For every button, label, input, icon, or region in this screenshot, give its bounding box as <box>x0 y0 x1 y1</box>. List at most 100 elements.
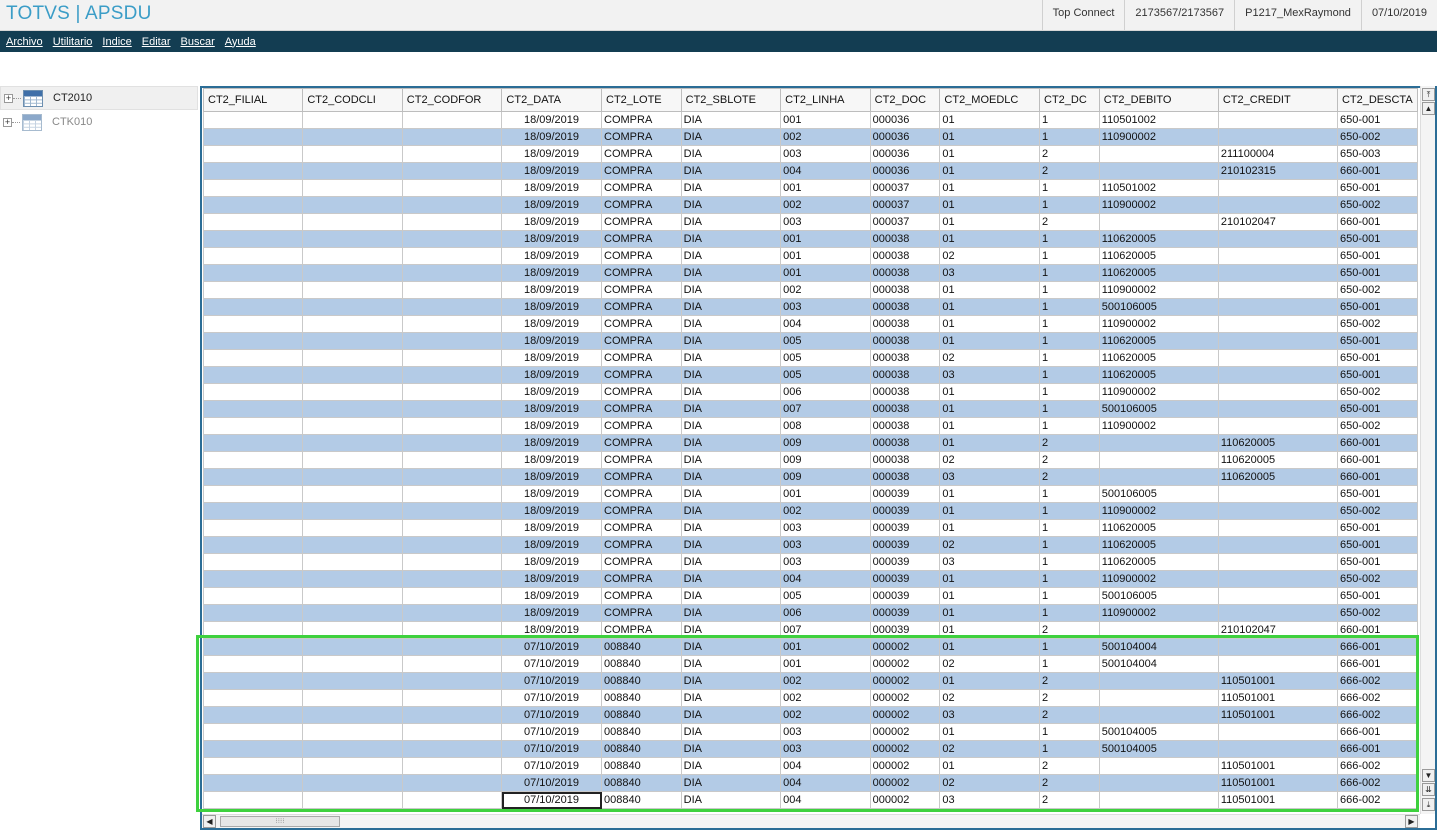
cell-ct2-doc[interactable]: 000038 <box>869 264 941 282</box>
cell-ct2-filial[interactable] <box>203 604 304 622</box>
cell-ct2-credit[interactable] <box>1217 519 1338 537</box>
cell-ct2-filial[interactable] <box>203 366 304 384</box>
table-row[interactable]: 18/09/2019 COMPRA DIA 001 000036 01 1 110501002… <box>203 111 1418 129</box>
cell-ct2-linha[interactable]: 001 <box>780 264 871 282</box>
cell-ct2-codcli[interactable] <box>302 196 403 214</box>
cell-ct2-linha[interactable]: 002 <box>780 128 871 146</box>
cell-ct2-dc[interactable]: 2 <box>1039 468 1100 486</box>
column-header-ct2-moedlc[interactable]: CT2_MOEDLC <box>939 88 1040 112</box>
cell-ct2-codcli[interactable] <box>302 655 403 673</box>
cell-ct2-debito[interactable]: 110620005 <box>1098 519 1219 537</box>
tree-item-ct2010[interactable]: + CT2010 <box>0 86 198 110</box>
table-row[interactable]: 18/09/2019 COMPRA DIA 009 000038 02 2 110620005… <box>203 451 1418 469</box>
table-row[interactable]: 18/09/2019 COMPRA DIA 001 000039 01 1 500106005… <box>203 485 1418 503</box>
cell-ct2-lote[interactable]: COMPRA <box>601 281 682 299</box>
cell-ct2-codfor[interactable] <box>401 468 503 486</box>
cell-ct2-credit[interactable] <box>1217 179 1338 197</box>
cell-ct2-debito[interactable]: 110900002 <box>1098 604 1219 622</box>
cell-ct2-doc[interactable]: 000038 <box>869 298 941 316</box>
cell-ct2-linha[interactable]: 001 <box>780 230 871 248</box>
cell-ct2-descta[interactable]: 660-001 <box>1336 434 1418 452</box>
cell-ct2-credit[interactable] <box>1217 400 1338 418</box>
cell-ct2-filial[interactable] <box>203 621 304 639</box>
cell-ct2-descta[interactable]: 666-001 <box>1336 655 1418 673</box>
cell-ct2-data[interactable]: 18/09/2019 <box>501 451 603 469</box>
cell-ct2-linha[interactable]: 008 <box>780 417 871 435</box>
cell-ct2-debito[interactable]: 110900002 <box>1098 417 1219 435</box>
cell-ct2-dc[interactable]: 2 <box>1039 791 1100 809</box>
cell-ct2-sblote[interactable]: DIA <box>680 655 782 673</box>
cell-ct2-descta[interactable]: 660-001 <box>1336 162 1418 180</box>
cell-ct2-filial[interactable] <box>203 502 304 520</box>
cell-ct2-data[interactable]: 18/09/2019 <box>501 417 603 435</box>
cell-ct2-data[interactable]: 18/09/2019 <box>501 128 603 146</box>
cell-ct2-debito[interactable] <box>1098 162 1219 180</box>
cell-ct2-sblote[interactable]: DIA <box>680 536 782 554</box>
cell-ct2-codcli[interactable] <box>302 519 403 537</box>
cell-ct2-moedlc[interactable]: 03 <box>939 366 1040 384</box>
cell-ct2-codcli[interactable] <box>302 400 403 418</box>
cell-ct2-doc[interactable]: 000038 <box>869 451 941 469</box>
cell-ct2-moedlc[interactable]: 01 <box>939 417 1040 435</box>
cell-ct2-linha[interactable]: 002 <box>780 689 871 707</box>
cell-ct2-credit[interactable] <box>1217 570 1338 588</box>
cell-ct2-moedlc[interactable]: 01 <box>939 332 1040 350</box>
cell-ct2-lote[interactable]: COMPRA <box>601 196 682 214</box>
cell-ct2-sblote[interactable]: DIA <box>680 366 782 384</box>
cell-ct2-moedlc[interactable]: 02 <box>939 247 1040 265</box>
cell-ct2-codfor[interactable] <box>401 349 503 367</box>
cell-ct2-moedlc[interactable]: 02 <box>939 689 1040 707</box>
cell-ct2-codfor[interactable] <box>401 230 503 248</box>
cell-ct2-dc[interactable]: 1 <box>1039 349 1100 367</box>
cell-ct2-linha[interactable]: 009 <box>780 468 871 486</box>
cell-ct2-data[interactable]: 18/09/2019 <box>501 383 603 401</box>
cell-ct2-data[interactable]: 18/09/2019 <box>501 604 603 622</box>
cell-ct2-filial[interactable] <box>203 332 304 350</box>
cell-ct2-doc[interactable]: 000038 <box>869 349 941 367</box>
cell-ct2-sblote[interactable]: DIA <box>680 757 782 775</box>
cell-ct2-credit[interactable] <box>1217 230 1338 248</box>
cell-ct2-codcli[interactable] <box>302 383 403 401</box>
cell-ct2-codcli[interactable] <box>302 570 403 588</box>
cell-ct2-codfor[interactable] <box>401 638 503 656</box>
cell-ct2-linha[interactable]: 002 <box>780 706 871 724</box>
cell-ct2-lote[interactable]: 008840 <box>601 774 682 792</box>
cell-ct2-linha[interactable]: 004 <box>780 570 871 588</box>
cell-ct2-dc[interactable]: 1 <box>1039 111 1100 129</box>
cell-ct2-linha[interactable]: 005 <box>780 332 871 350</box>
cell-ct2-moedlc[interactable]: 01 <box>939 213 1040 231</box>
cell-ct2-descta[interactable]: 660-001 <box>1336 621 1418 639</box>
cell-ct2-sblote[interactable]: DIA <box>680 349 782 367</box>
cell-ct2-credit[interactable] <box>1217 723 1338 741</box>
cell-ct2-sblote[interactable]: DIA <box>680 604 782 622</box>
cell-ct2-dc[interactable]: 1 <box>1039 570 1100 588</box>
column-header-ct2-linha[interactable]: CT2_LINHA <box>780 88 871 112</box>
cell-ct2-linha[interactable]: 002 <box>780 196 871 214</box>
cell-ct2-filial[interactable] <box>203 519 304 537</box>
cell-ct2-sblote[interactable]: DIA <box>680 111 782 129</box>
cell-ct2-credit[interactable]: 110501001 <box>1217 757 1338 775</box>
cell-ct2-data[interactable]: 18/09/2019 <box>501 587 603 605</box>
cell-ct2-credit[interactable]: 210102047 <box>1217 213 1338 231</box>
cell-ct2-data[interactable]: 07/10/2019 <box>501 723 603 741</box>
cell-ct2-data[interactable]: 18/09/2019 <box>501 315 603 333</box>
cell-ct2-moedlc[interactable]: 01 <box>939 434 1040 452</box>
cell-ct2-doc[interactable]: 000039 <box>869 485 941 503</box>
cell-ct2-lote[interactable]: COMPRA <box>601 451 682 469</box>
cell-ct2-dc[interactable]: 1 <box>1039 179 1100 197</box>
column-header-ct2-sblote[interactable]: CT2_SBLOTE <box>680 88 782 112</box>
cell-ct2-doc[interactable]: 000037 <box>869 213 941 231</box>
cell-ct2-descta[interactable]: 650-001 <box>1336 400 1418 418</box>
cell-ct2-credit[interactable]: 110620005 <box>1217 434 1338 452</box>
cell-ct2-doc[interactable]: 000002 <box>869 706 941 724</box>
cell-ct2-codfor[interactable] <box>401 332 503 350</box>
cell-ct2-data[interactable]: 18/09/2019 <box>501 570 603 588</box>
cell-ct2-filial[interactable] <box>203 400 304 418</box>
cell-ct2-sblote[interactable]: DIA <box>680 400 782 418</box>
cell-ct2-sblote[interactable]: DIA <box>680 162 782 180</box>
cell-ct2-linha[interactable]: 002 <box>780 502 871 520</box>
table-row[interactable]: 18/09/2019 COMPRA DIA 002 000036 01 1 110900002… <box>203 128 1418 146</box>
cell-ct2-data[interactable]: 18/09/2019 <box>501 485 603 503</box>
cell-ct2-descta[interactable]: 650-001 <box>1336 519 1418 537</box>
cell-ct2-filial[interactable] <box>203 417 304 435</box>
